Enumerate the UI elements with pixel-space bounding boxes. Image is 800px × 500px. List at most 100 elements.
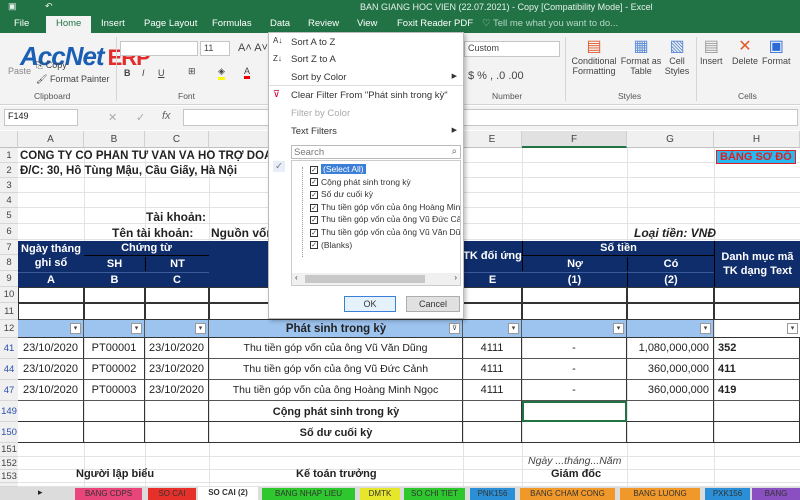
tab-insert[interactable]: Insert: [101, 18, 125, 29]
column-header-b[interactable]: B: [84, 131, 145, 148]
scroll-tabs-right-icon[interactable]: ▸: [38, 487, 43, 498]
table-cell[interactable]: [627, 401, 714, 422]
row-header[interactable]: 9: [0, 271, 18, 287]
cell-sh[interactable]: PT00001: [84, 338, 145, 359]
sheet-tab[interactable]: BANG CHAM CONG: [520, 488, 615, 500]
sheet-tab[interactable]: SO CAI: [148, 488, 196, 500]
row-header[interactable]: 4: [0, 193, 18, 208]
cell-no[interactable]: -: [522, 359, 627, 380]
row-header[interactable]: 10: [0, 287, 18, 303]
table-cell[interactable]: [463, 303, 522, 320]
sort-a-to-z[interactable]: Sort A to Z: [291, 37, 335, 48]
row-header[interactable]: 2: [0, 163, 18, 178]
row-header[interactable]: 47: [0, 380, 18, 401]
filter-item[interactable]: ✓Thu tiền góp vốn của ông Hoàng Minh Ngọ…: [310, 202, 460, 212]
column-header-h[interactable]: H: [714, 131, 800, 148]
font-size-select[interactable]: 11: [200, 41, 230, 56]
column-header-c[interactable]: C: [145, 131, 209, 148]
column-header-e[interactable]: E: [463, 131, 522, 148]
table-cell[interactable]: [714, 422, 800, 443]
selected-cell-f149[interactable]: [522, 401, 627, 422]
table-cell[interactable]: [18, 401, 84, 422]
row-header[interactable]: 149: [0, 401, 18, 422]
sort-by-color[interactable]: Sort by Color: [291, 72, 346, 83]
table-cell[interactable]: [84, 401, 145, 422]
cell-co[interactable]: 360,000,000: [627, 380, 714, 401]
table-cell[interactable]: [145, 287, 209, 303]
filter-item[interactable]: ✓ (Blanks): [310, 240, 352, 250]
row-header[interactable]: 151: [0, 443, 18, 457]
sheet-tab[interactable]: DMTK: [360, 488, 400, 500]
cell-no[interactable]: -: [522, 338, 627, 359]
checkbox-checked-icon[interactable]: ✓: [310, 165, 318, 174]
checkbox-checked-icon[interactable]: ✓: [310, 228, 318, 237]
cell-tk[interactable]: 4111: [463, 359, 522, 380]
font-color-icon[interactable]: A: [244, 66, 251, 79]
cell-sh[interactable]: PT00002: [84, 359, 145, 380]
cell-desc[interactable]: Thu tiền góp vốn của ông Hoàng Minh Ngọc: [209, 380, 463, 401]
tab-page-layout[interactable]: Page Layout: [144, 18, 197, 29]
cell-date[interactable]: 23/10/2020: [18, 338, 84, 359]
row-header[interactable]: 44: [0, 359, 18, 380]
filter-dropdown-icon[interactable]: ▾: [70, 323, 81, 334]
table-cell[interactable]: [522, 303, 627, 320]
table-cell[interactable]: [18, 303, 84, 320]
ok-button[interactable]: OK: [344, 296, 396, 312]
cell-date[interactable]: 23/10/2020: [18, 359, 84, 380]
table-cell[interactable]: [145, 401, 209, 422]
table-cell[interactable]: [627, 422, 714, 443]
filter-dropdown-icon[interactable]: ▾: [131, 323, 142, 334]
function-icon[interactable]: fx: [162, 110, 171, 122]
borders-icon[interactable]: ⊞: [188, 66, 196, 77]
row-header[interactable]: 6: [0, 224, 18, 240]
filter-dropdown-icon[interactable]: ▾: [787, 323, 798, 334]
cell-sh[interactable]: PT00003: [84, 380, 145, 401]
font-name-select[interactable]: [120, 41, 198, 56]
checkbox-checked-icon[interactable]: ✓: [310, 190, 318, 199]
format-as-table-button[interactable]: ▦ Format as Table: [620, 36, 662, 76]
scrollbar-thumb[interactable]: [305, 275, 425, 283]
row-header[interactable]: 5: [0, 208, 18, 224]
table-cell[interactable]: [18, 287, 84, 303]
table-cell[interactable]: [627, 287, 714, 303]
enter-icon[interactable]: ✓: [136, 111, 145, 124]
row-header[interactable]: 7: [0, 240, 18, 255]
bang-so-do-link[interactable]: BẢNG SƠ ĐỒ: [716, 150, 796, 164]
tab-file[interactable]: File: [14, 18, 29, 29]
format-painter-button[interactable]: 🖌 Format Painter: [36, 74, 109, 85]
sheet-tab[interactable]: BANG NHAP LIEU: [262, 488, 355, 500]
filter-item[interactable]: ✓ (Select All): [310, 164, 366, 174]
cell-h[interactable]: 352: [714, 338, 800, 359]
sheet-tab[interactable]: PXK156: [705, 488, 750, 500]
tab-data[interactable]: Data: [270, 18, 290, 29]
cell-tk[interactable]: 4111: [463, 380, 522, 401]
italic-button[interactable]: I: [142, 68, 145, 78]
cell-nt[interactable]: 23/10/2020: [145, 338, 209, 359]
fill-color-icon[interactable]: ◈: [218, 66, 225, 80]
filter-item[interactable]: ✓ Cộng phát sinh trong kỳ: [310, 177, 411, 187]
filter-dropdown-icon[interactable]: ▾: [195, 323, 206, 334]
grow-font-icon[interactable]: A˄ A˅: [238, 42, 268, 54]
table-cell[interactable]: [463, 401, 522, 422]
format-cells-button[interactable]: ▣ Format: [762, 36, 791, 66]
column-header-f[interactable]: F: [522, 131, 627, 148]
sheet-tab[interactable]: BANG CDPS: [75, 488, 142, 500]
row-header[interactable]: 12: [0, 320, 18, 338]
column-header-g[interactable]: G: [627, 131, 714, 148]
conditional-formatting-button[interactable]: ▤ Conditional Formatting: [568, 36, 620, 76]
table-cell[interactable]: [463, 287, 522, 303]
cell-tk[interactable]: 4111: [463, 338, 522, 359]
table-cell[interactable]: [463, 422, 522, 443]
tell-me-search[interactable]: ♡ Tell me what you want to do...: [482, 18, 618, 29]
select-all-corner[interactable]: [0, 131, 18, 148]
cell-co[interactable]: 360,000,000: [627, 359, 714, 380]
sort-z-to-a[interactable]: Sort Z to A: [291, 54, 336, 65]
table-cell[interactable]: [84, 287, 145, 303]
checkbox-checked-icon[interactable]: ✓: [310, 241, 318, 250]
table-cell[interactable]: [714, 401, 800, 422]
checkbox-checked-icon[interactable]: ✓: [310, 203, 318, 212]
table-cell[interactable]: [522, 287, 627, 303]
cell-date[interactable]: 23/10/2020: [18, 380, 84, 401]
tab-review[interactable]: Review: [308, 18, 339, 29]
table-cell[interactable]: [145, 422, 209, 443]
